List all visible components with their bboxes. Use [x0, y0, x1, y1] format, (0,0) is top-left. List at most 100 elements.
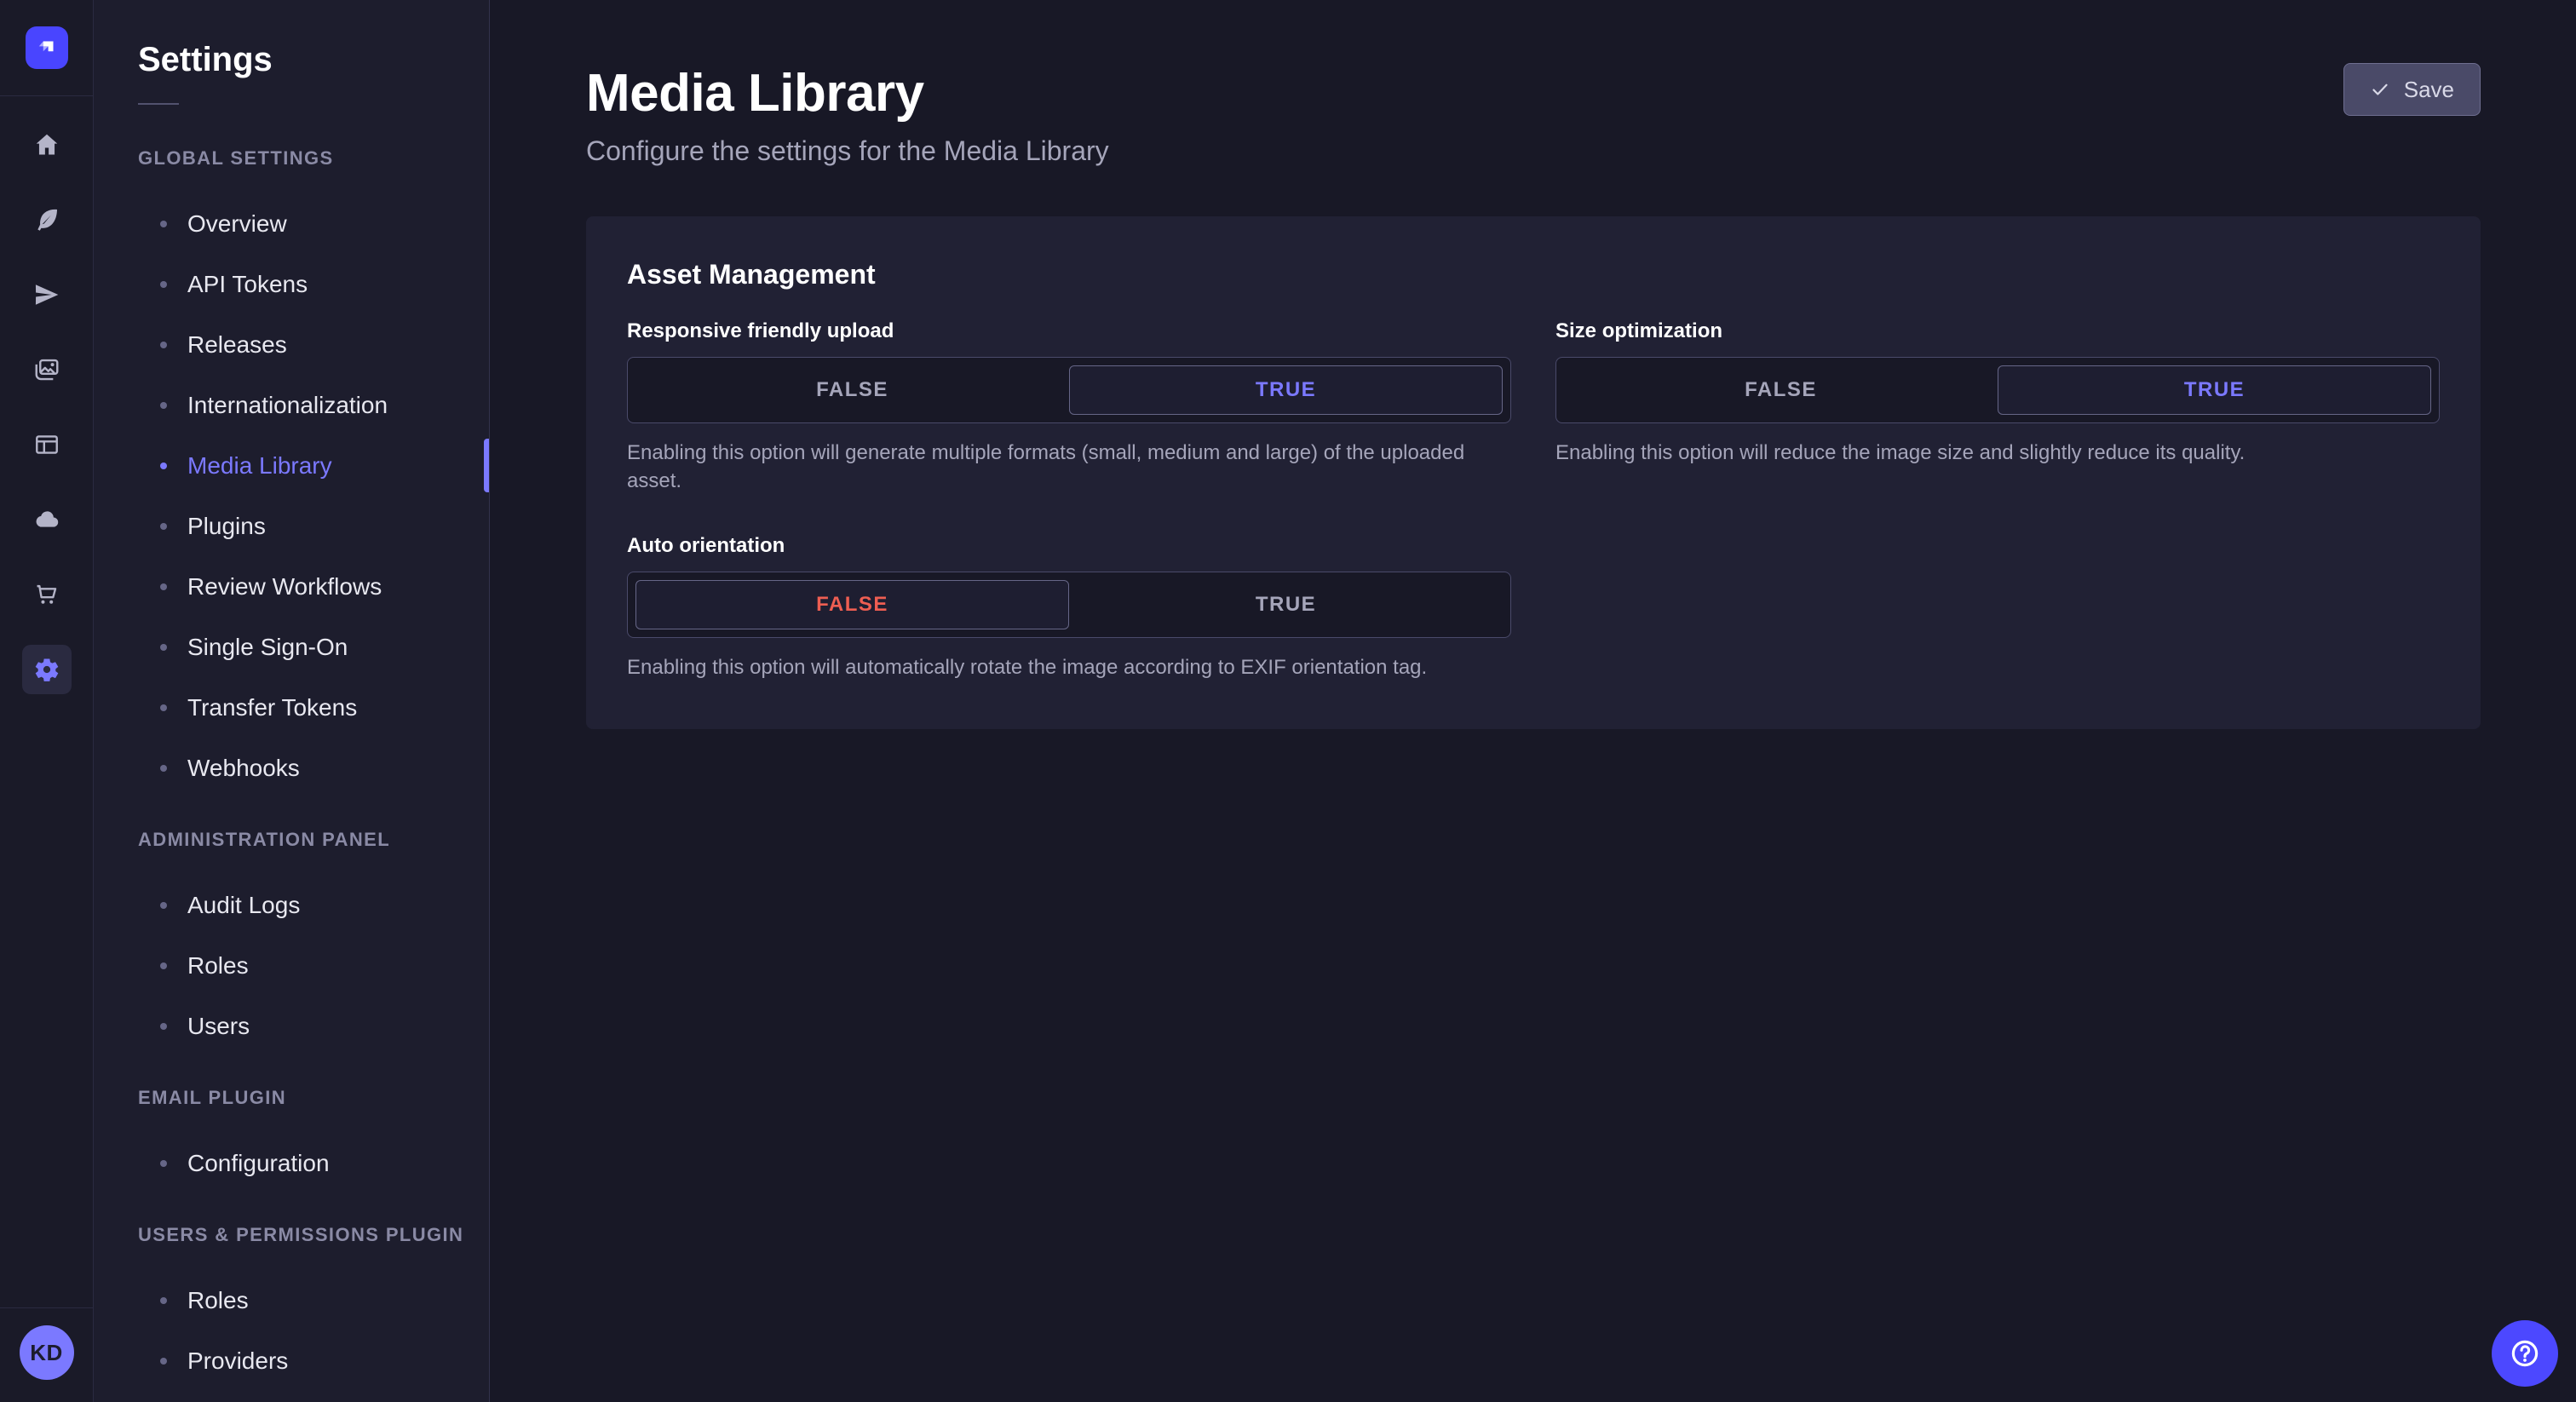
size-optimization-toggle: FALSE TRUE	[1555, 357, 2440, 423]
bullet-icon	[160, 901, 167, 909]
sidebar-item-internationalization[interactable]: Internationalization	[138, 375, 469, 435]
sidebar-item-label: Webhooks	[187, 754, 300, 781]
bullet-icon	[160, 583, 167, 590]
strapi-logo[interactable]	[25, 26, 68, 69]
page-header: Media Library Configure the settings for…	[586, 63, 2481, 167]
question-mark-icon	[2511, 1340, 2539, 1367]
toggle-option-true[interactable]: TRUE	[1069, 580, 1503, 629]
auto-orientation-toggle: FALSE TRUE	[627, 572, 1511, 639]
save-button[interactable]: Save	[2343, 63, 2481, 116]
paper-plane-icon	[35, 284, 58, 305]
sidebar-item-label: Roles	[187, 951, 249, 979]
toggle-option-false[interactable]: FALSE	[1564, 365, 1998, 415]
nav-item-media-library[interactable]	[22, 345, 72, 394]
nav-item-cloud[interactable]	[22, 495, 72, 544]
sidebar-item-plugins[interactable]: Plugins	[138, 496, 469, 556]
page-title: Media Library	[586, 64, 924, 123]
check-icon	[2372, 83, 2388, 95]
sidebar-item-media-library[interactable]: Media Library	[138, 435, 489, 496]
toggle-option-false[interactable]: FALSE	[635, 580, 1069, 630]
sidebar-item-review-workflows[interactable]: Review Workflows	[138, 556, 469, 617]
save-button-label: Save	[2403, 76, 2454, 102]
section-label-global-settings: GLOBAL SETTINGS	[138, 147, 334, 169]
settings-sidebar: Settings GLOBAL SETTINGS Overview API To…	[94, 0, 490, 1402]
page-header-text: Media Library Configure the settings for…	[586, 63, 1109, 167]
sidebar-item-label: Plugins	[187, 512, 266, 539]
toggle-option-true[interactable]: TRUE	[1069, 365, 1503, 415]
sidebar-item-up-providers[interactable]: Providers	[138, 1330, 469, 1391]
nav-rail: KD	[0, 0, 94, 1402]
bullet-icon	[160, 341, 167, 348]
sidebar-item-transfer-tokens[interactable]: Transfer Tokens	[138, 677, 469, 738]
responsive-friendly-upload-toggle: FALSE TRUE	[627, 357, 1511, 423]
rail-bottom-divider	[0, 1307, 94, 1308]
toggle-option-true[interactable]: TRUE	[1998, 365, 2431, 415]
field-auto-orientation: Auto orientation FALSE TRUE Enabling thi…	[627, 534, 1511, 681]
nav-item-home[interactable]	[22, 120, 72, 170]
sidebar-item-overview[interactable]: Overview	[138, 193, 469, 254]
sidebar-item-single-sign-on[interactable]: Single Sign-On	[138, 617, 469, 677]
panel-title: Asset Management	[627, 259, 876, 290]
field-responsive-friendly-upload: Responsive friendly upload FALSE TRUE En…	[627, 319, 1511, 495]
cloud-icon	[36, 511, 58, 527]
administration-panel-list: Audit Logs Roles Users	[138, 875, 469, 1056]
bullet-icon	[160, 462, 167, 469]
sidebar-item-audit-logs[interactable]: Audit Logs	[138, 875, 469, 935]
bullet-icon	[160, 643, 167, 651]
strapi-logo-icon	[38, 41, 53, 52]
help-button[interactable]	[2492, 1320, 2558, 1387]
sidebar-item-admin-roles[interactable]: Roles	[138, 935, 469, 996]
sidebar-item-label: Transfer Tokens	[187, 693, 358, 721]
home-icon	[36, 134, 57, 155]
gear-icon	[35, 658, 58, 681]
bullet-icon	[160, 1357, 167, 1365]
toggle-option-false[interactable]: FALSE	[635, 365, 1069, 415]
field-label: Responsive friendly upload	[627, 319, 894, 342]
global-settings-list: Overview API Tokens Releases Internation…	[138, 193, 489, 798]
active-indicator-bar	[484, 439, 489, 492]
main-content: Media Library Configure the settings for…	[490, 0, 2576, 1402]
bullet-icon	[160, 1296, 167, 1304]
bullet-icon	[160, 1022, 167, 1030]
asset-management-panel: Asset Management Responsive friendly upl…	[586, 216, 2481, 730]
sidebar-item-label: Releases	[187, 330, 287, 358]
sidebar-item-label: Roles	[187, 1286, 249, 1313]
sidebar-item-label: API Tokens	[187, 270, 308, 297]
page-subtitle: Configure the settings for the Media Lib…	[586, 135, 1109, 166]
section-label-users-permissions-plugin: USERS & PERMISSIONS PLUGIN	[138, 1224, 464, 1245]
layout-icon	[35, 435, 58, 454]
nav-item-releases[interactable]	[22, 270, 72, 319]
sidebar-item-admin-users[interactable]: Users	[138, 996, 469, 1056]
sidebar-item-releases[interactable]: Releases	[138, 314, 469, 375]
section-label-administration-panel: ADMINISTRATION PANEL	[138, 829, 391, 850]
bullet-icon	[160, 522, 167, 530]
sidebar-item-label: Single Sign-On	[187, 633, 348, 660]
nav-item-marketplace[interactable]	[22, 570, 72, 619]
nav-item-content-type-builder[interactable]	[22, 420, 72, 469]
avatar[interactable]: KD	[19, 1325, 74, 1380]
bullet-icon	[160, 280, 167, 288]
nav-item-settings[interactable]	[21, 645, 72, 694]
bullet-icon	[160, 704, 167, 711]
sidebar-item-api-tokens[interactable]: API Tokens	[138, 254, 469, 314]
bullet-icon	[160, 962, 167, 969]
section-label-email-plugin: EMAIL PLUGIN	[138, 1087, 287, 1108]
field-description: Enabling this option will automatically …	[627, 656, 1428, 680]
field-size-optimization: Size optimization FALSE TRUE Enabling th…	[1555, 319, 2440, 495]
sidebar-item-label: Review Workflows	[187, 572, 382, 600]
bullet-icon	[160, 220, 167, 227]
rail-nav	[21, 96, 72, 694]
nav-item-content-manager[interactable]	[22, 195, 72, 244]
feather-icon	[37, 209, 57, 231]
sidebar-item-up-roles[interactable]: Roles	[138, 1270, 469, 1330]
field-description: Enabling this option will reduce the ima…	[1555, 441, 2245, 464]
sidebar-item-label: Audit Logs	[187, 891, 301, 918]
sidebar-item-label: Providers	[187, 1347, 289, 1374]
images-icon	[35, 359, 58, 381]
sidebar-item-webhooks[interactable]: Webhooks	[138, 738, 469, 798]
sidebar-item-label: Configuration	[187, 1149, 330, 1176]
sidebar-item-label: Overview	[187, 210, 287, 237]
sidebar-item-label: Users	[187, 1012, 250, 1039]
sidebar-item-email-configuration[interactable]: Configuration	[138, 1133, 469, 1193]
sidebar-title: Settings	[138, 41, 273, 78]
